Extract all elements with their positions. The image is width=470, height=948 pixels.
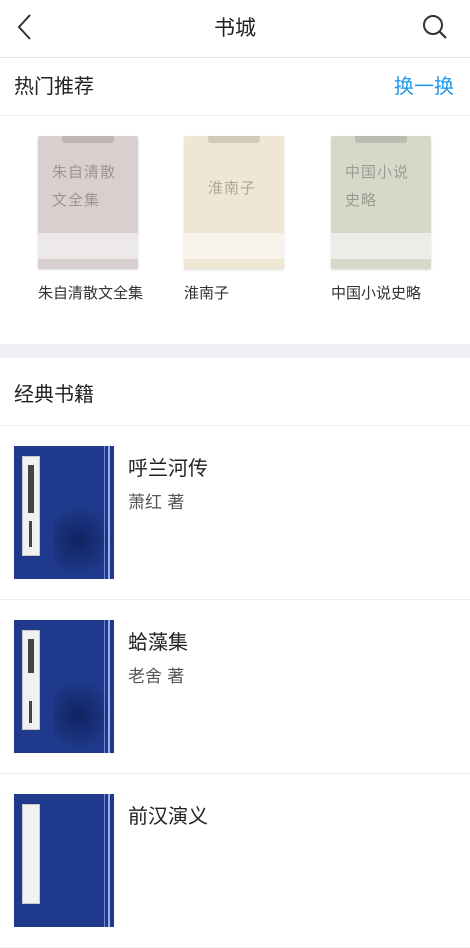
search-icon [423,15,447,39]
book-list-item[interactable]: 前汉演义 [0,774,470,948]
book-thumbnail [14,446,114,579]
book-author: 萧红 著 [128,493,185,513]
classic-section-header: 经典书籍 [0,358,470,426]
title-slip [22,804,40,904]
book-thumbnail [14,620,114,753]
book-name: 淮南子 [184,284,230,302]
book-title: 前汉演义 [128,804,208,828]
hot-section-header: 热门推荐 换一换 [0,58,470,116]
cover-tab [355,136,407,143]
recommend-book[interactable]: 中国小说史略 中国小说史略 [331,136,451,305]
slip-ink [28,465,34,513]
spine-line [104,446,105,579]
title-slip [22,456,40,556]
section-divider [0,344,470,358]
book-author: 老舍 著 [128,667,185,687]
top-nav-bar: 书城 [0,0,470,58]
refresh-button[interactable]: 换一换 [394,70,454,99]
cover-title: 淮南子 [208,179,257,197]
spine-line [104,620,105,753]
hot-section-title: 热门推荐 [14,74,94,98]
recommend-book[interactable]: 朱自清散文全集 朱自清散文全集 [38,136,158,305]
cover-band [331,233,431,259]
book-list-item[interactable]: 蛤藻集 老舍 著 [0,600,470,774]
slip-ink [29,701,32,723]
book-name: 朱自清散文全集 [38,284,144,302]
cover-title: 朱自清散文全集 [52,163,117,209]
book-title: 呼兰河传 [128,456,208,480]
cover-tab [62,136,114,143]
cover-art [54,506,114,576]
page-title: 书城 [214,16,256,40]
book-name: 中国小说史略 [331,284,422,302]
book-list-item[interactable]: 呼兰河传 萧红 著 [0,426,470,600]
spine-line [108,446,110,579]
cover-band [38,233,138,259]
cover-band [184,233,284,259]
slip-ink [29,521,32,547]
book-cover: 朱自清散文全集 [38,136,138,269]
classic-section-title: 经典书籍 [14,382,94,406]
book-cover: 淮南子 [184,136,284,269]
title-slip [22,630,40,730]
book-cover: 中国小说史略 [331,136,431,269]
search-button[interactable] [418,10,452,44]
spine-line [104,794,105,927]
recommend-book[interactable]: 淮南子 淮南子 [184,136,304,305]
spine-line [108,794,110,927]
slip-ink [28,639,34,673]
spine-line [108,620,110,753]
cover-art [54,680,114,750]
recommend-list: 朱自清散文全集 朱自清散文全集 淮南子 淮南子 中国小说史略 中国小说史略 [0,116,470,344]
book-thumbnail [14,794,114,927]
book-title: 蛤藻集 [128,630,188,654]
cover-title: 中国小说史略 [345,163,410,209]
cover-tab [208,136,260,143]
